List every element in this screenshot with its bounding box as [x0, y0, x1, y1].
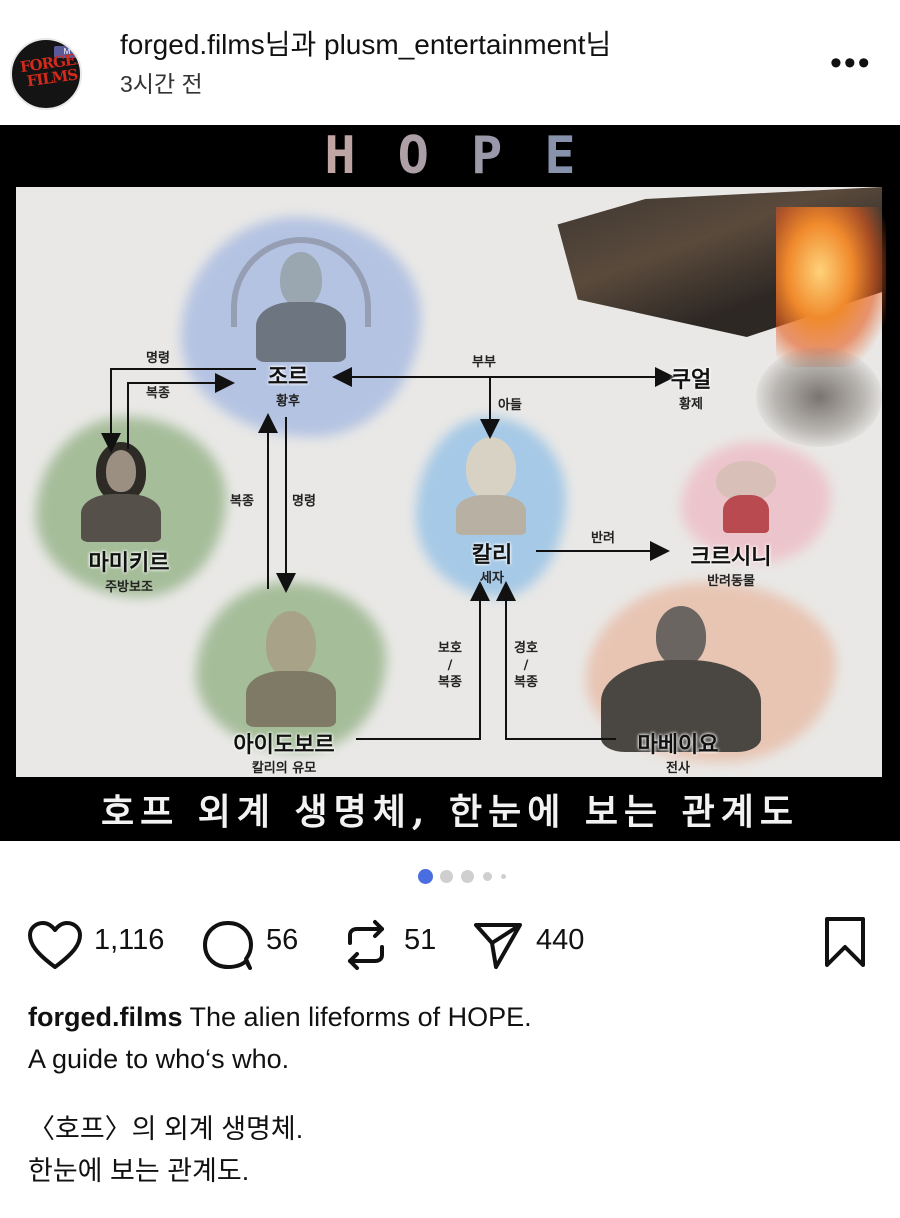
relation-obey-top: 복종 — [146, 386, 170, 401]
character-name: 조르 — [267, 364, 309, 390]
heart-icon[interactable] — [26, 919, 84, 971]
avatar-logo: FORGED FILMS — [18, 48, 82, 91]
relation-command-mid: 명령 — [292, 494, 316, 509]
relation-command-top: 명령 — [146, 351, 170, 366]
share-count[interactable]: 440 — [536, 923, 584, 957]
character-name: 마베이요 — [637, 732, 719, 758]
relation-guard-obey: 경호 / 복종 — [514, 641, 538, 690]
relation-son: 아들 — [498, 398, 522, 413]
image-title: HOPE — [0, 125, 900, 187]
character-role: 황후 — [276, 394, 300, 409]
character-role: 황제 — [679, 397, 703, 412]
character-name: 쿠얼 — [670, 367, 712, 393]
comment-icon[interactable] — [200, 917, 256, 973]
character-role: 반려동물 — [707, 574, 755, 589]
repost-icon[interactable] — [340, 917, 392, 973]
character-name: 아이도보르 — [233, 732, 335, 758]
character-role: 전사 — [666, 761, 690, 776]
relation-obey-mid: 복종 — [230, 494, 254, 509]
character-role: 칼리의 유모 — [251, 761, 317, 776]
carousel-dot — [440, 870, 453, 883]
character-name: 칼리 — [471, 542, 513, 568]
carousel-dot — [501, 874, 506, 879]
image-caption: 호프 외계 생명체, 한눈에 보는 관계도 — [101, 791, 799, 833]
character-name: 크르시니 — [690, 544, 772, 570]
caption-username[interactable]: forged.films — [28, 1002, 183, 1032]
post-caption: forged.films The alien lifeforms of HOPE… — [28, 996, 878, 1192]
comment-count[interactable]: 56 — [266, 923, 298, 957]
post-time: 3시간 전 — [120, 71, 203, 97]
relation-couple: 부부 — [472, 355, 496, 370]
action-bar: 1,116 56 51 440 — [0, 905, 900, 975]
relation-protect-obey: 보호 / 복종 — [438, 641, 462, 690]
ellipsis-icon[interactable]: ••• — [830, 46, 872, 80]
character-name: 마미키르 — [88, 550, 170, 576]
author-line[interactable]: forged.films님과 plusm_entertainment님 — [120, 28, 611, 62]
avatar[interactable]: M FORGED FILMS — [10, 38, 82, 110]
caption-line: 한눈에 보는 관계도. — [28, 1156, 250, 1186]
share-icon[interactable] — [470, 917, 526, 973]
caption-line: 〈호프〉의 외계 생명체. — [28, 1114, 304, 1144]
carousel-dot — [461, 870, 474, 883]
relationship-chart: 명령 복종 부부 아들 복종 명령 반려 보호 / 복종 경호 / 복종 조르 … — [16, 187, 886, 777]
carousel-dot — [483, 872, 492, 881]
post-header: M FORGED FILMS forged.films님과 plusm_ente… — [0, 0, 900, 125]
caption-line: The alien lifeforms of HOPE. — [189, 1002, 532, 1032]
repost-count[interactable]: 51 — [404, 923, 436, 957]
bookmark-icon[interactable] — [822, 915, 868, 969]
carousel-dot-active — [418, 869, 433, 884]
relation-pet: 반려 — [591, 531, 615, 546]
character-role: 세자 — [480, 571, 504, 586]
like-count[interactable]: 1,116 — [94, 923, 164, 957]
caption-line: A guide to who‘s who. — [28, 1044, 290, 1074]
post-image[interactable]: HOPE 명령 복종 부부 아들 복종 명령 반려 보호 / 복종 경호 / 복… — [0, 125, 900, 841]
character-role: 주방보조 — [105, 580, 153, 595]
